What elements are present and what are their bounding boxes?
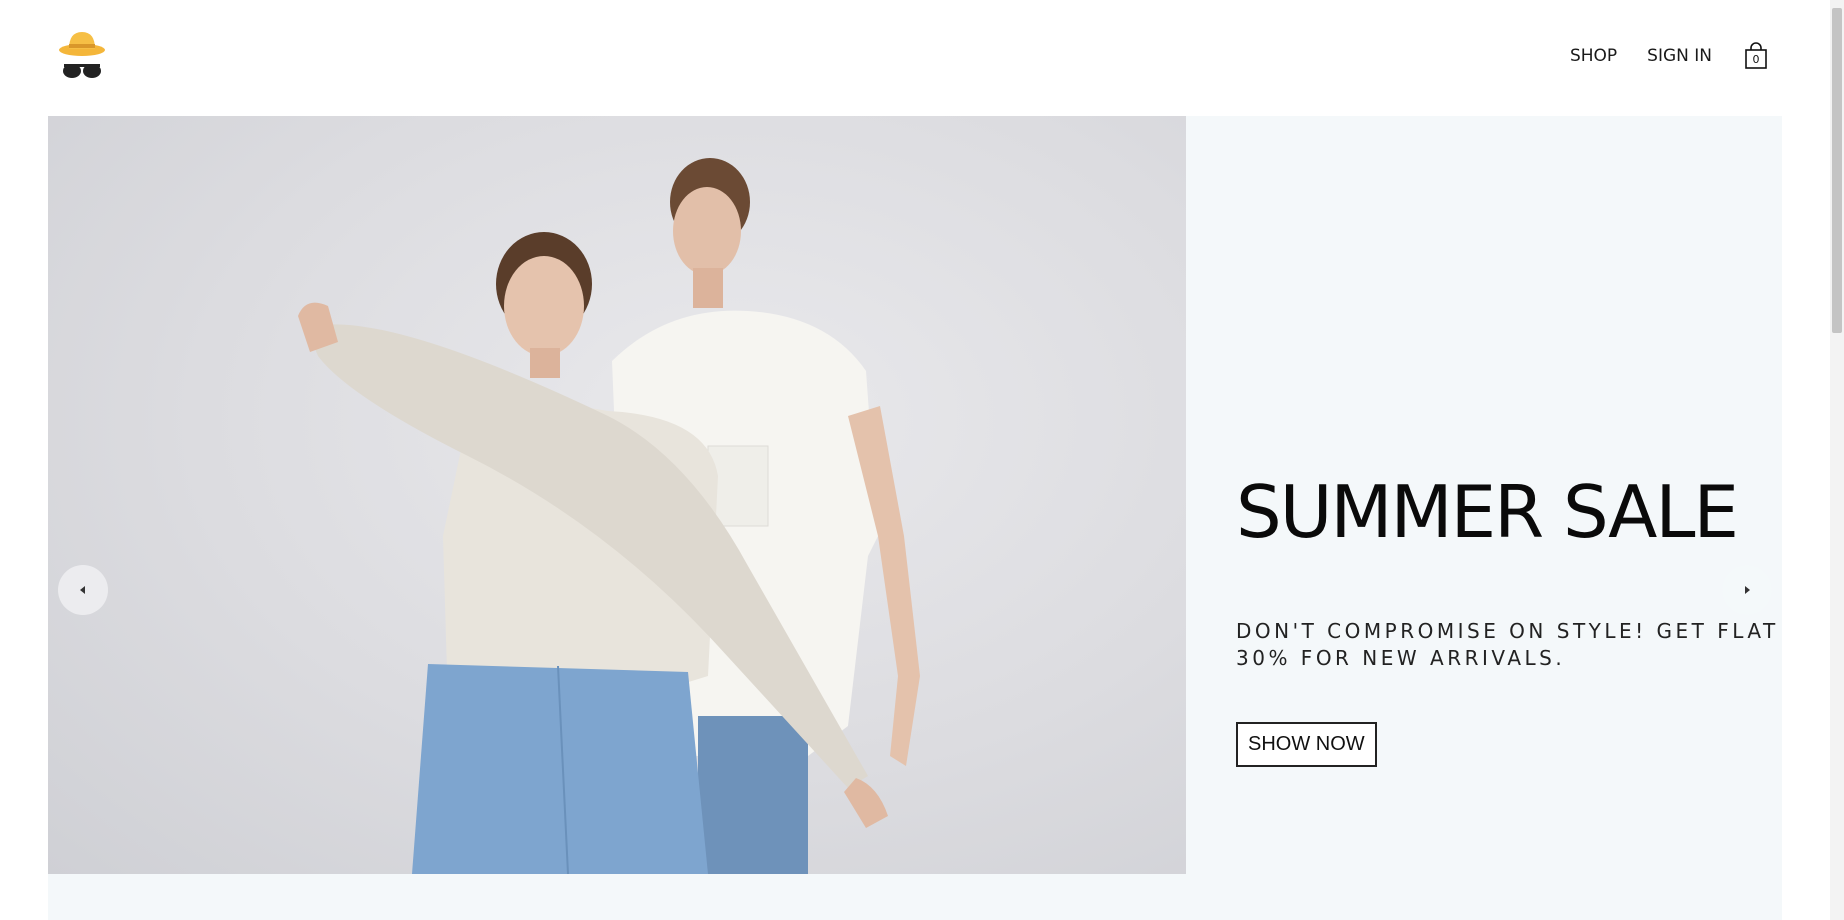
page: SHOP SIGN IN 0 SUMMER SALE DON'T COMPROM… bbox=[0, 0, 1844, 920]
hero-title: SUMMER SALE bbox=[1236, 470, 1739, 554]
hero-content: SUMMER SALE DON'T COMPROMISE ON STYLE! G… bbox=[1236, 476, 1796, 767]
cart-count: 0 bbox=[1752, 53, 1760, 66]
vertical-scrollbar[interactable] bbox=[1830, 0, 1844, 920]
nav-signin-link[interactable]: SIGN IN bbox=[1647, 46, 1712, 66]
header: SHOP SIGN IN 0 bbox=[0, 0, 1830, 115]
models-photo bbox=[48, 116, 1186, 874]
shopping-bag-icon[interactable]: 0 bbox=[1744, 42, 1770, 70]
main-nav: SHOP SIGN IN 0 bbox=[1570, 42, 1770, 70]
hero-slider: SUMMER SALE DON'T COMPROMISE ON STYLE! G… bbox=[48, 116, 1782, 874]
caret-left-icon[interactable] bbox=[58, 565, 108, 615]
nav-shop-link[interactable]: SHOP bbox=[1570, 46, 1617, 66]
hero-subtitle: DON'T COMPROMISE ON STYLE! GET FLAT 30% … bbox=[1236, 619, 1779, 670]
hat-sunglasses-logo-icon[interactable] bbox=[56, 28, 108, 84]
next-section-strip bbox=[48, 874, 1782, 920]
caret-right-icon[interactable] bbox=[1722, 565, 1772, 615]
show-now-button[interactable]: SHOW NOW bbox=[1236, 722, 1377, 767]
scrollbar-thumb[interactable] bbox=[1832, 8, 1842, 333]
